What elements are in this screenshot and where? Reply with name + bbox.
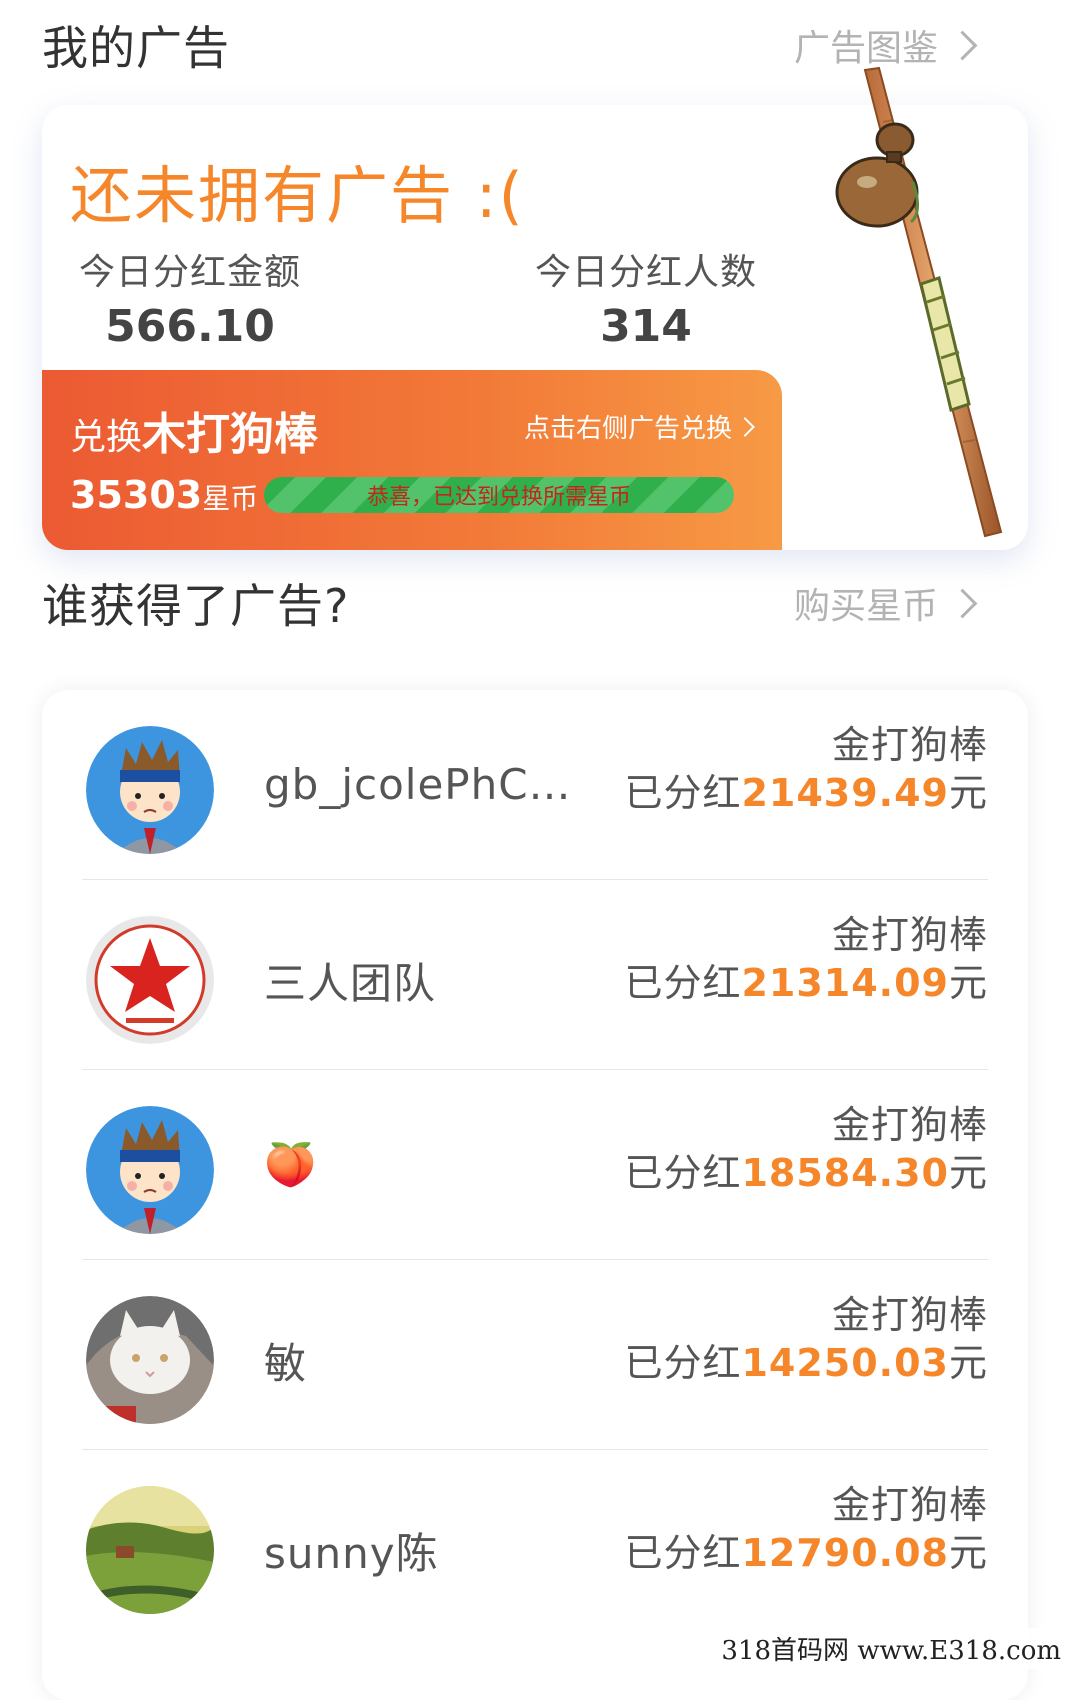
coin-balance-value: 35303 [70,473,203,517]
exchange-hint[interactable]: 点击右侧广告兑换 [523,408,755,445]
dog-beating-stick-image[interactable] [823,62,1023,542]
avatar[interactable] [86,726,214,854]
today-dividend-amount-value: 566.10 [105,301,275,352]
exchange-prefix: 兑换 [70,417,143,458]
winner-earnings: 已分红12790.08元 [624,1522,988,1577]
exchange-progress-bar: 恭喜，已达到兑换所需星币 [264,477,734,513]
earned-suffix: 元 [948,771,988,815]
earned-prefix: 已分红 [624,961,742,1005]
winner-earnings: 已分红21439.49元 [624,762,988,817]
winner-name: 敏 [264,1339,308,1388]
avatar[interactable] [86,1106,214,1234]
earned-prefix: 已分红 [624,1341,742,1385]
avatar[interactable] [86,1296,214,1424]
earned-suffix: 元 [948,1341,988,1385]
my-ads-title: 我的广告 [42,21,230,75]
today-dividend-people: 今日分红人数 314 [526,243,766,352]
landscape-avatar-icon [86,1486,214,1614]
winner-earnings: 已分红14250.03元 [624,1332,988,1387]
list-item[interactable]: 敏 金打狗棒 已分红14250.03元 [82,1260,988,1450]
avatar[interactable] [86,916,214,1044]
earned-prefix: 已分红 [624,1531,742,1575]
avatar[interactable] [86,1486,214,1614]
winner-name: gb_jcolePhC… [264,760,572,809]
earned-amount: 18584.30 [741,1151,949,1195]
winner-ad-type: 金打狗棒 [831,1293,988,1337]
list-item[interactable]: sunny陈 金打狗棒 已分红12790.08元 [82,1450,988,1640]
coin-unit: 星币 [202,482,259,515]
today-dividend-people-label: 今日分红人数 [534,252,757,293]
winner-ad-type: 金打狗棒 [831,723,988,767]
today-dividend-people-value: 314 [600,301,692,352]
chevron-right-icon [947,30,978,60]
earned-amount: 14250.03 [741,1341,949,1385]
winner-ad-type: 金打狗棒 [831,913,988,957]
today-dividend-amount: 今日分红金额 566.10 [70,243,310,352]
earned-prefix: 已分红 [624,1151,742,1195]
winner-earnings: 已分红18584.30元 [624,1142,988,1197]
stick-icon [835,66,1003,538]
winners-header: 谁获得了广告? 购买星币 [42,570,978,636]
exchange-item-name: 木打狗棒 [142,409,319,460]
exchange-panel[interactable]: 兑换木打狗棒 点击右侧广告兑换 35303星币 恭喜，已达到兑换所需星币 [42,370,782,550]
earned-amount: 21439.49 [741,771,949,815]
list-item[interactable]: gb_jcolePhC… 金打狗棒 已分红21439.49元 [82,690,988,880]
winner-earnings: 已分红21314.09元 [624,952,988,1007]
cartoon-boy-avatar-icon [86,726,214,854]
exchange-progress-text: 恭喜，已达到兑换所需星币 [366,485,631,510]
white-cat-avatar-icon [86,1296,214,1424]
earned-suffix: 元 [948,961,988,1005]
exchange-hint-label: 点击右侧广告兑换 [523,414,732,444]
earned-suffix: 元 [948,1151,988,1195]
winner-ad-type: 金打狗棒 [831,1103,988,1147]
exchange-title: 兑换木打狗棒 [70,398,318,462]
list-item[interactable]: 三人团队 金打狗棒 已分红21314.09元 [82,880,988,1070]
list-item[interactable]: 🍑 金打狗棒 已分红18584.30元 [82,1070,988,1260]
winner-ad-type: 金打狗棒 [831,1483,988,1527]
chevron-right-icon [735,416,755,437]
earned-prefix: 已分红 [624,771,742,815]
buy-coins-label: 购买星币 [793,586,938,627]
winner-name: 三人团队 [264,959,437,1008]
winner-name: 🍑 [264,1140,318,1189]
winners-list: gb_jcolePhC… 金打狗棒 已分红21439.49元 三人团队 金打狗棒… [42,690,1028,1700]
earned-amount: 12790.08 [741,1531,949,1575]
chevron-right-icon [947,588,978,618]
winners-title: 谁获得了广告? [42,579,350,633]
buy-coins-link[interactable]: 购买星币 [793,577,978,629]
earned-suffix: 元 [948,1531,988,1575]
coin-balance: 35303星币 [70,473,258,517]
site-watermark: 318首码网 www.E318.com [717,1628,1065,1669]
cartoon-boy-avatar-icon [86,1106,214,1234]
today-dividend-amount-label: 今日分红金额 [78,252,301,293]
earned-amount: 21314.09 [741,961,949,1005]
winner-name: sunny陈 [264,1529,439,1578]
no-ad-message: 还未拥有广告 :( [70,159,525,232]
red-star-badge-icon [86,916,214,1044]
